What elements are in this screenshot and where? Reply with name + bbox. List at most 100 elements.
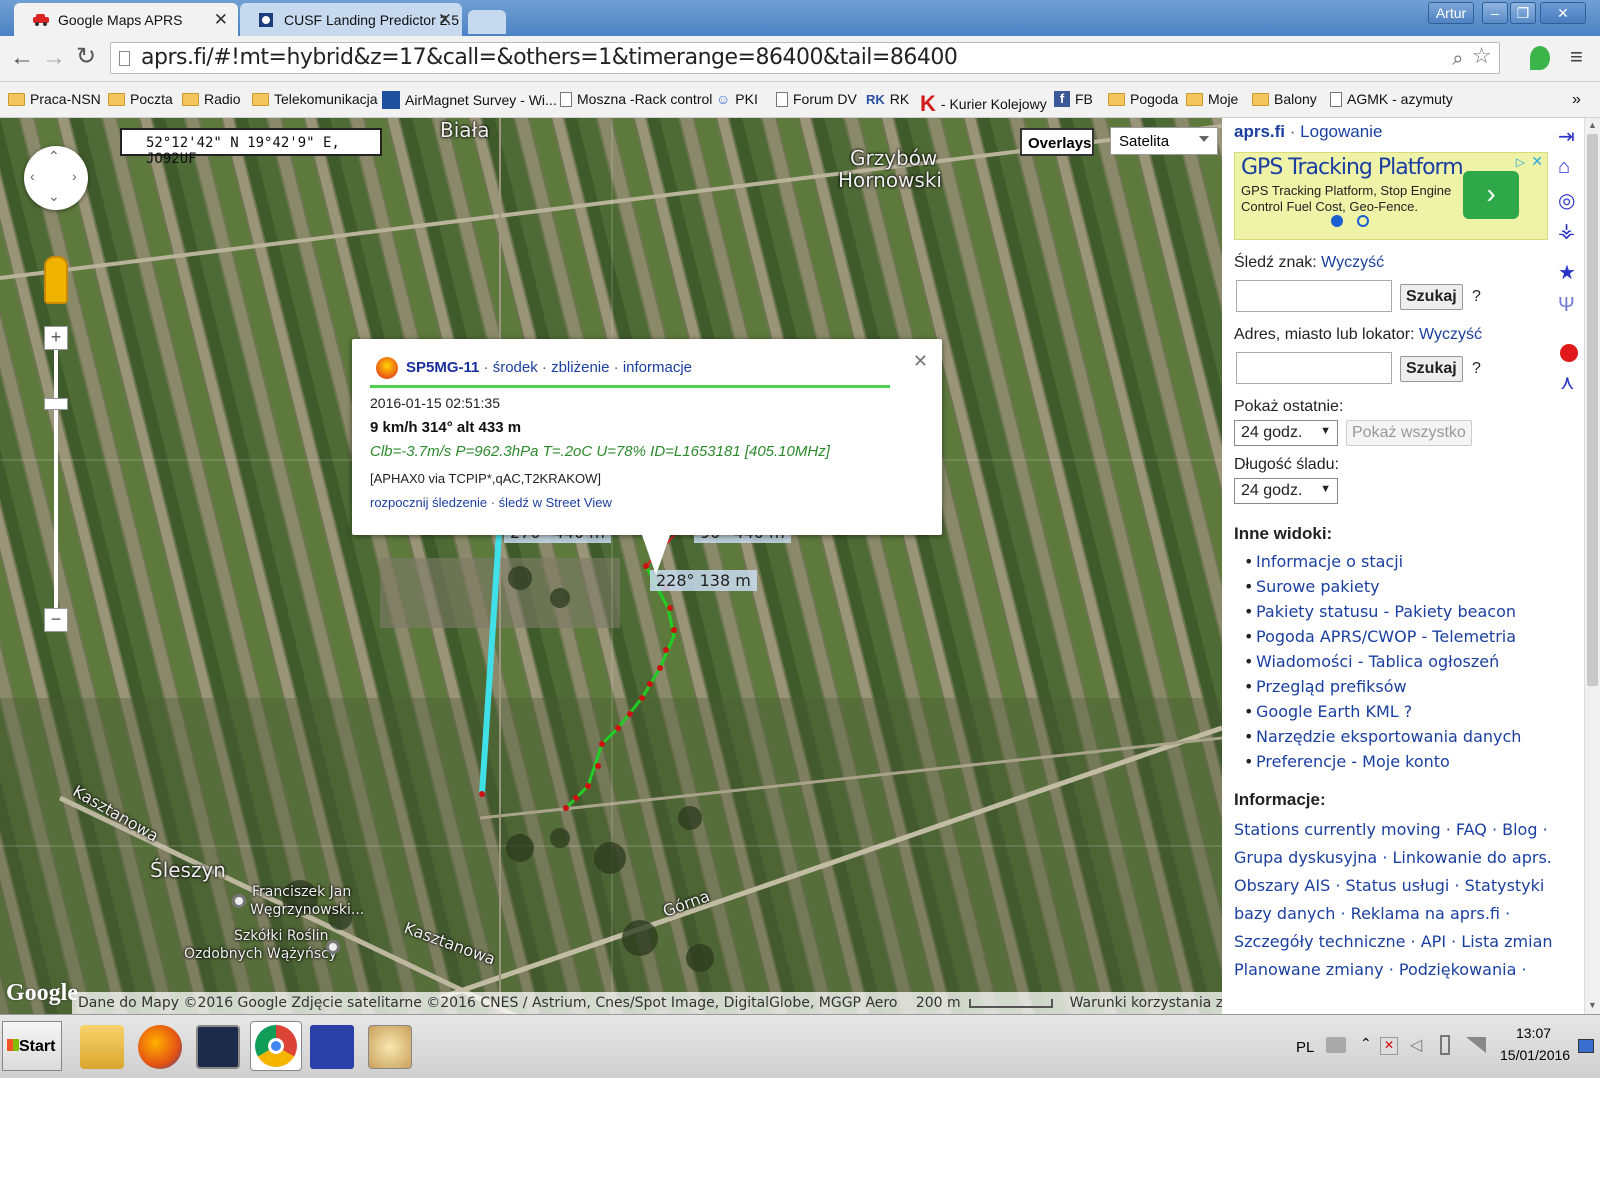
- bookmarks-more[interactable]: »: [1572, 91, 1581, 109]
- info-line[interactable]: Szczegóły techniczne · API · Lista zmian…: [1234, 928, 1563, 956]
- bookmark-rk[interactable]: RK RK: [866, 91, 909, 107]
- help-link[interactable]: ?: [1472, 288, 1481, 306]
- tab-cusf-landing-predictor[interactable]: CUSF Landing Predictor 2.5 ✕: [240, 3, 462, 36]
- info-line[interactable]: bazy danych · Reklama na aprs.fi ·: [1234, 900, 1552, 928]
- target-icon[interactable]: ◎: [1558, 188, 1575, 213]
- view-link[interactable]: Narzędzie eksportowania danych: [1244, 727, 1521, 746]
- printer-icon[interactable]: [1326, 1037, 1346, 1053]
- bookmark-radio[interactable]: Radio: [182, 91, 241, 107]
- ad-choices-icon[interactable]: ▷: [1516, 155, 1525, 169]
- view-link[interactable]: Surowe pakiety: [1244, 577, 1380, 596]
- zoom-link[interactable]: zbliżenie: [551, 359, 609, 376]
- overlays-button[interactable]: Overlays: [1020, 128, 1094, 156]
- file-explorer-icon[interactable]: [80, 1025, 124, 1069]
- scroll-thumb[interactable]: [1587, 134, 1598, 686]
- bookmark-pogoda[interactable]: Pogoda: [1108, 91, 1178, 107]
- bookmark-forum-dv[interactable]: Forum DV: [776, 91, 857, 107]
- info-line[interactable]: Grupa dyskusyjna · Linkowanie do aprs.fi…: [1234, 844, 1572, 872]
- star-filter-icon[interactable]: ★: [1558, 260, 1576, 285]
- reload-icon[interactable]: ↻: [76, 42, 96, 71]
- zoom-icon[interactable]: ⌕: [1452, 46, 1463, 70]
- start-tracking-link[interactable]: rozpocznij śledzenie: [370, 495, 487, 510]
- restore-button[interactable]: ❐: [1510, 2, 1536, 24]
- clock-time[interactable]: 13:07: [1516, 1025, 1551, 1041]
- clear-address-link[interactable]: Wyczyść: [1419, 326, 1482, 343]
- pan-left-icon[interactable]: ‹: [30, 168, 35, 184]
- tower-icon[interactable]: Ψ: [1558, 294, 1575, 317]
- bookmark-balony[interactable]: Balony: [1252, 91, 1317, 107]
- clear-callsign-link[interactable]: Wyczyść: [1321, 254, 1384, 271]
- search-callsign-button[interactable]: Szukaj: [1400, 284, 1463, 310]
- ad-arrow-button[interactable]: ›: [1463, 171, 1519, 219]
- pan-control[interactable]: ⌃ ‹ › ⌄: [24, 146, 88, 210]
- map-canvas[interactable]: Biała Grzybów Hornowski Kasztanowa Kaszt…: [0, 118, 1222, 1014]
- timerange-select[interactable]: 24 godz. ▼: [1234, 420, 1338, 446]
- maptype-select[interactable]: Satelita: [1110, 127, 1218, 155]
- firefox-icon[interactable]: [138, 1025, 182, 1069]
- scroll-down-icon[interactable]: ▼: [1588, 1000, 1597, 1010]
- bookmark-moje[interactable]: Moje: [1186, 91, 1238, 107]
- view-link[interactable]: Przegląd prefiksów: [1244, 677, 1407, 696]
- ad-close-icon[interactable]: ✕: [1531, 153, 1543, 170]
- ad-dot-icon[interactable]: [1357, 215, 1369, 227]
- bookmark-pki[interactable]: ☺ PKI: [716, 91, 758, 107]
- chrome-icon[interactable]: [250, 1021, 302, 1071]
- info-line[interactable]: Obszary AIS · Status usługi · Statystyki: [1234, 872, 1552, 900]
- record-icon[interactable]: [1560, 344, 1578, 362]
- bookmark-airmagnet[interactable]: AirMagnet Survey - Wi...: [382, 91, 557, 109]
- new-tab-button[interactable]: [468, 10, 506, 34]
- info-line[interactable]: Planowane zmiany · Podziękowania ·: [1234, 956, 1552, 984]
- zoom-in-button[interactable]: +: [44, 326, 68, 350]
- signal-icon[interactable]: [1466, 1037, 1486, 1053]
- bookmark-kurier[interactable]: K- Kurier Kolejowy: [920, 91, 1047, 117]
- antenna-icon[interactable]: ⚶: [1558, 218, 1575, 243]
- close-tab-icon[interactable]: ✕: [438, 10, 452, 30]
- address-bar[interactable]: aprs.fi/#!mt=hybrid&z=17&call=&others=1&…: [110, 42, 1500, 74]
- ad-title[interactable]: GPS Tracking Platform: [1241, 155, 1464, 180]
- search-address-button[interactable]: Szukaj: [1400, 356, 1463, 382]
- lambda-icon[interactable]: ⋏: [1560, 370, 1575, 395]
- volume-icon[interactable]: ◁: [1410, 1035, 1422, 1055]
- clock-date[interactable]: 15/01/2016: [1500, 1047, 1570, 1063]
- home-icon[interactable]: ⌂: [1558, 156, 1570, 179]
- view-link[interactable]: Wiadomości - Tablica ogłoszeń: [1244, 652, 1499, 671]
- close-icon[interactable]: ✕: [913, 351, 928, 372]
- bookmark-fb[interactable]: f FB: [1054, 91, 1093, 107]
- bookmark-telekomunikacja[interactable]: Telekomunikacja: [252, 91, 378, 107]
- callsign-link[interactable]: SP5MG-11: [406, 359, 479, 376]
- site-name[interactable]: aprs.fi: [1234, 122, 1285, 141]
- view-link[interactable]: Preferencje - Moje konto: [1244, 752, 1450, 771]
- network-error-icon[interactable]: ✕: [1380, 1037, 1398, 1055]
- zoom-slider-track[interactable]: [54, 340, 58, 620]
- terminal-icon[interactable]: [196, 1025, 240, 1069]
- vertical-scrollbar[interactable]: ▲ ▼: [1584, 118, 1600, 1014]
- menu-icon[interactable]: ≡: [1570, 44, 1583, 70]
- view-link[interactable]: Pakiety statusu - Pakiety beacon: [1244, 602, 1516, 621]
- extension-icon[interactable]: [1530, 46, 1550, 70]
- tab-google-maps-aprs[interactable]: Google Maps APRS ✕: [14, 3, 238, 36]
- close-tab-icon[interactable]: ✕: [214, 10, 228, 30]
- show-desktop-icon[interactable]: [1578, 1039, 1594, 1053]
- view-link[interactable]: Google Earth KML ?: [1244, 702, 1412, 721]
- street-view-link[interactable]: śledź w Street View: [499, 495, 612, 510]
- view-link[interactable]: Pogoda APRS/CWOP - Telemetria: [1244, 627, 1516, 646]
- center-link[interactable]: środek: [493, 359, 538, 376]
- pegman-icon[interactable]: [44, 256, 68, 304]
- collapse-sidebar-icon[interactable]: ⇥: [1558, 124, 1575, 149]
- user-badge[interactable]: Artur: [1428, 2, 1474, 24]
- view-link[interactable]: Informacje o stacji: [1244, 552, 1403, 571]
- zoom-slider-handle[interactable]: [44, 398, 68, 410]
- pan-up-icon[interactable]: ⌃: [48, 148, 60, 165]
- show-all-button[interactable]: Pokaż wszystko: [1346, 420, 1472, 446]
- star-icon[interactable]: ☆: [1472, 44, 1492, 69]
- ad-dot-active-icon[interactable]: [1331, 215, 1343, 227]
- bookmark-agmk[interactable]: AGMK - azymuty: [1330, 91, 1453, 107]
- pan-right-icon[interactable]: ›: [72, 168, 77, 184]
- callsign-input[interactable]: [1236, 280, 1392, 312]
- bookmark-poczta[interactable]: Poczta: [108, 91, 173, 107]
- show-hidden-icons[interactable]: ⌃: [1360, 1035, 1372, 1052]
- back-icon[interactable]: ←: [10, 44, 34, 72]
- battery-icon[interactable]: [1440, 1035, 1450, 1055]
- terms-link[interactable]: Warunki korzystania z programu: [1070, 995, 1222, 1011]
- info-link[interactable]: informacje: [623, 359, 692, 376]
